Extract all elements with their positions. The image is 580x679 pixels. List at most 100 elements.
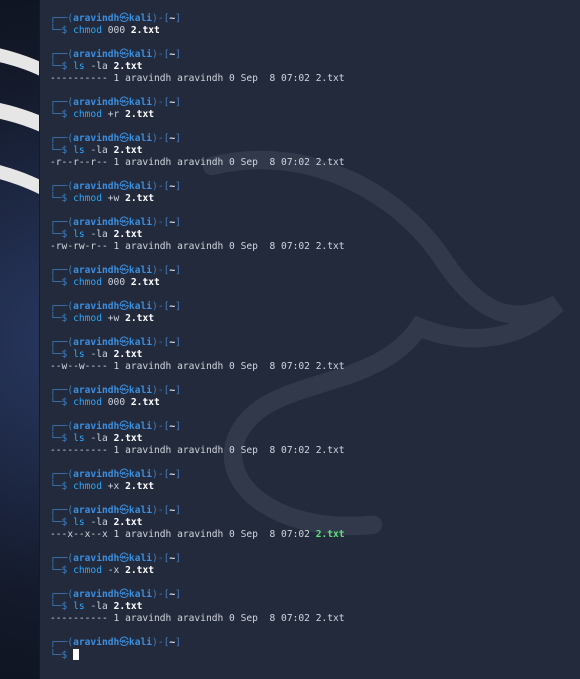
command-line: └─$ chmod +w 2.txt bbox=[50, 313, 580, 325]
command-entry: ┌──(aravindh㉿kali)-[~] └─$ chmod 000 2.tx… bbox=[50, 265, 580, 289]
command-output: --w--w---- 1 aravindh aravindh 0 Sep 8 0… bbox=[50, 361, 580, 373]
prompt-box-end: ] bbox=[175, 553, 181, 564]
prompt-host: kali bbox=[128, 265, 153, 276]
prompt-box-top: ┌──( bbox=[50, 505, 74, 516]
command-name: chmod bbox=[73, 109, 102, 120]
prompt-header: ┌──(aravindh㉿kali)-[~] bbox=[50, 97, 580, 109]
output-filename: 2.txt bbox=[315, 361, 345, 372]
prompt-box-bottom: └─$ bbox=[50, 481, 74, 492]
prompt-box-bottom: └─$ bbox=[50, 517, 74, 528]
prompt-separator-icon: ㉿ bbox=[119, 337, 129, 348]
command-name: ls bbox=[73, 229, 85, 240]
prompt-box-end: ] bbox=[175, 421, 181, 432]
prompt-box-bottom: └─$ bbox=[50, 145, 74, 156]
prompt-user: aravindh bbox=[73, 13, 120, 24]
command-line: └─$ chmod 000 2.txt bbox=[50, 277, 580, 289]
command-entry: ┌──(aravindh㉿kali)-[~] └─$ ls -la 2.txt -r… bbox=[50, 133, 580, 169]
prompt-separator-icon: ㉿ bbox=[119, 553, 129, 564]
prompt-box-top: ┌──( bbox=[50, 133, 74, 144]
prompt-box-mid: )-[ bbox=[152, 301, 170, 312]
command-argument: 000 bbox=[107, 397, 126, 408]
prompt-box-top: ┌──( bbox=[50, 637, 74, 648]
prompt-user: aravindh bbox=[73, 385, 120, 396]
command-argument: 000 bbox=[107, 277, 126, 288]
prompt-box-end: ] bbox=[175, 337, 181, 348]
command-entry: ┌──(aravindh㉿kali)-[~] └─$ ls -la 2.txt --… bbox=[50, 337, 580, 373]
command-argument: 2.txt bbox=[125, 481, 155, 492]
command-argument: 2.txt bbox=[113, 349, 143, 360]
prompt-box-mid: )-[ bbox=[152, 421, 170, 432]
prompt-box-end: ] bbox=[175, 133, 181, 144]
prompt-header: ┌──(aravindh㉿kali)-[~] bbox=[50, 13, 580, 25]
prompt-header: ┌──(aravindh㉿kali)-[~] bbox=[50, 217, 580, 229]
prompt-host: kali bbox=[128, 385, 153, 396]
prompt-host: kali bbox=[128, 589, 153, 600]
prompt-box-top: ┌──( bbox=[50, 217, 74, 228]
terminal-window[interactable]: ┌──(aravindh㉿kali)-[~] └─$ chmod 000 2.tx… bbox=[39, 0, 580, 679]
output-filename: 2.txt bbox=[315, 157, 345, 168]
prompt-separator-icon: ㉿ bbox=[119, 637, 129, 648]
prompt-user: aravindh bbox=[73, 637, 120, 648]
prompt-separator-icon: ㉿ bbox=[119, 505, 129, 516]
prompt-box-end: ] bbox=[175, 49, 181, 60]
prompt-header: ┌──(aravindh㉿kali)-[~] bbox=[50, 49, 580, 61]
prompt-host: kali bbox=[128, 13, 153, 24]
prompt-host: kali bbox=[128, 421, 153, 432]
command-entry: ┌──(aravindh㉿kali)-[~] └─$ ls -la 2.txt -r… bbox=[50, 217, 580, 253]
command-argument: -la bbox=[90, 601, 108, 612]
command-line: └─$ ls -la 2.txt bbox=[50, 145, 580, 157]
command-argument: +w bbox=[107, 313, 120, 324]
command-argument: 2.txt bbox=[113, 145, 143, 156]
command-argument: -la bbox=[90, 433, 108, 444]
command-argument: 2.txt bbox=[130, 277, 160, 288]
prompt-box-top: ┌──( bbox=[50, 265, 74, 276]
text-cursor[interactable] bbox=[73, 649, 80, 660]
prompt-host: kali bbox=[128, 97, 153, 108]
prompt-separator-icon: ㉿ bbox=[119, 265, 129, 276]
prompt-header: ┌──(aravindh㉿kali)-[~] bbox=[50, 469, 580, 481]
command-argument: -x bbox=[107, 565, 120, 576]
prompt-box-end: ] bbox=[175, 637, 181, 648]
prompt-box-mid: )-[ bbox=[152, 217, 170, 228]
command-name: chmod bbox=[73, 397, 102, 408]
prompt-user: aravindh bbox=[73, 505, 120, 516]
command-line: └─$ ls -la 2.txt bbox=[50, 61, 580, 73]
command-line: └─$ ls -la 2.txt bbox=[50, 229, 580, 241]
output-listing: ---------- 1 aravindh aravindh 0 Sep 8 0… bbox=[50, 445, 316, 456]
prompt-box-top: ┌──( bbox=[50, 49, 74, 60]
prompt-box-top: ┌──( bbox=[50, 385, 74, 396]
command-argument: -la bbox=[90, 145, 108, 156]
prompt-separator-icon: ㉿ bbox=[119, 97, 129, 108]
prompt-box-bottom: └─$ bbox=[50, 193, 74, 204]
command-entry: ┌──(aravindh㉿kali)-[~] └─$ ls -la 2.txt --… bbox=[50, 49, 580, 85]
prompt-box-bottom: └─$ bbox=[50, 109, 74, 120]
command-line: └─$ ls -la 2.txt bbox=[50, 349, 580, 361]
command-name: ls bbox=[73, 517, 85, 528]
prompt-box-mid: )-[ bbox=[152, 97, 170, 108]
prompt-user: aravindh bbox=[73, 49, 120, 60]
command-argument: +w bbox=[107, 193, 120, 204]
prompt-separator-icon: ㉿ bbox=[119, 13, 129, 24]
command-name: ls bbox=[73, 145, 85, 156]
prompt-box-end: ] bbox=[175, 181, 181, 192]
command-entry: ┌──(aravindh㉿kali)-[~] └─$ chmod +x 2.txt bbox=[50, 469, 580, 493]
prompt-host: kali bbox=[128, 217, 153, 228]
command-argument: 2.txt bbox=[125, 193, 155, 204]
prompt-box-bottom: └─$ bbox=[50, 650, 74, 661]
command-name: ls bbox=[73, 433, 85, 444]
prompt-box-end: ] bbox=[175, 589, 181, 600]
command-entry: ┌──(aravindh㉿kali)-[~] └─$ ls -la 2.txt --… bbox=[50, 421, 580, 457]
command-output: ---------- 1 aravindh aravindh 0 Sep 8 0… bbox=[50, 73, 580, 85]
prompt-host: kali bbox=[128, 301, 153, 312]
prompt-user: aravindh bbox=[73, 553, 120, 564]
prompt-box-mid: )-[ bbox=[152, 13, 170, 24]
command-line: └─$ ls -la 2.txt bbox=[50, 517, 580, 529]
prompt-box-end: ] bbox=[175, 217, 181, 228]
prompt-box-end: ] bbox=[175, 505, 181, 516]
prompt-separator-icon: ㉿ bbox=[119, 133, 129, 144]
command-argument: 2.txt bbox=[113, 433, 143, 444]
command-argument: +x bbox=[107, 481, 120, 492]
prompt-box-end: ] bbox=[175, 301, 181, 312]
output-filename: 2.txt bbox=[315, 73, 345, 84]
output-listing: --w--w---- 1 aravindh aravindh 0 Sep 8 0… bbox=[50, 361, 316, 372]
